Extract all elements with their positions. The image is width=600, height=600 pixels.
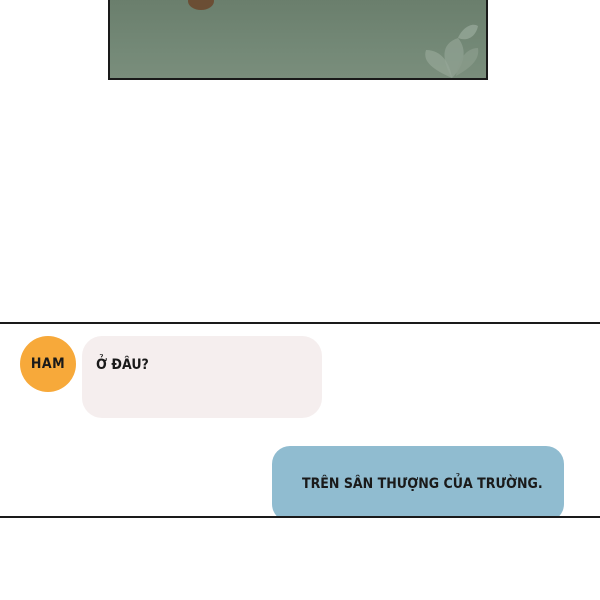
- outgoing-message-bubble: TRÊN SÂN THƯỢNG CỦA TRƯỜNG.: [272, 446, 564, 516]
- chat-panel: HAM Ở ĐÂU? TRÊN SÂN THƯỢNG CỦA TRƯỜNG.: [0, 322, 600, 518]
- avatar: HAM: [20, 336, 76, 392]
- avatar-label: HAM: [30, 356, 66, 372]
- incoming-message-text: Ở ĐÂU?: [96, 357, 149, 373]
- top-image-panel: [108, 0, 488, 80]
- flower-decoration-icon: [425, 24, 479, 78]
- incoming-message-bubble: Ở ĐÂU?: [82, 336, 322, 418]
- comic-page: HAM Ở ĐÂU? TRÊN SÂN THƯỢNG CỦA TRƯỜNG.: [0, 0, 600, 600]
- outgoing-message-text: TRÊN SÂN THƯỢNG CỦA TRƯỜNG.: [302, 476, 543, 492]
